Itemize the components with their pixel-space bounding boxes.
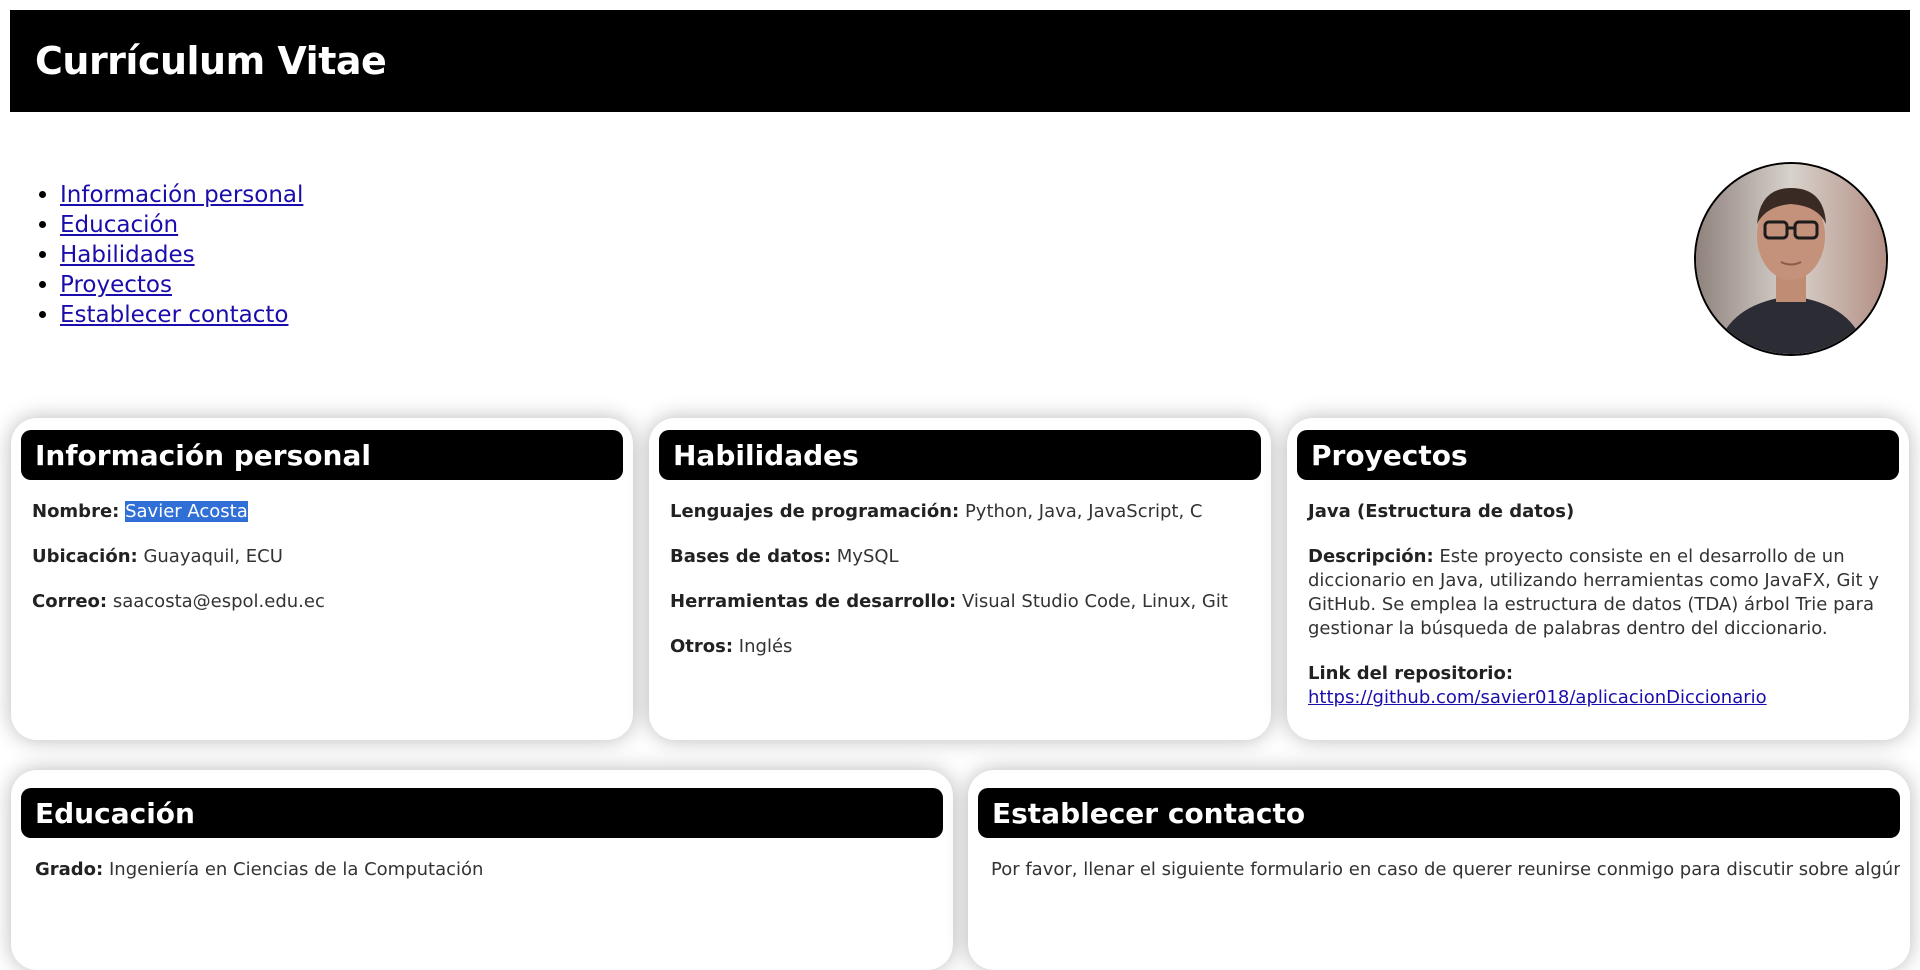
profile-photo-image [1696, 164, 1886, 354]
repo-link[interactable]: https://github.com/savier018/aplicacionD… [1308, 687, 1767, 708]
project-name: Java (Estructura de datos) [1308, 501, 1575, 522]
section-nav: Información personal Educación Habilidad… [35, 180, 303, 330]
nav-link-projects[interactable]: Proyectos [60, 272, 172, 298]
page-header: Currículum Vitae [10, 10, 1910, 112]
profile-photo [1694, 162, 1888, 356]
email-row: Correo: saacosta@espol.edu.ec [32, 590, 612, 614]
card-body: Nombre: Savier Acosta Ubicación: Guayaqu… [32, 500, 612, 635]
tools-value: Visual Studio Code, Linux, Git [961, 591, 1228, 612]
name-value: Savier Acosta [125, 501, 248, 522]
repo-row: Link del repositorio: https://github.com/… [1308, 662, 1888, 710]
nav-link-personal-info[interactable]: Información personal [60, 182, 303, 208]
degree-row: Grado: Ingeniería en Ciencias de la Comp… [35, 858, 932, 882]
card-title: Habilidades [659, 430, 1261, 480]
card-body: Java (Estructura de datos) Descripción: … [1308, 500, 1888, 731]
nav-item: Educación [60, 210, 303, 240]
name-row: Nombre: Savier Acosta [32, 500, 612, 524]
location-row: Ubicación: Guayaquil, ECU [32, 545, 612, 569]
nav-link-contact[interactable]: Establecer contacto [60, 302, 288, 328]
email-label: Correo: [32, 591, 108, 612]
card-title: Educación [21, 788, 943, 838]
nav-item: Establecer contacto [60, 300, 303, 330]
card-title: Proyectos [1297, 430, 1899, 480]
databases-value: MySQL [836, 546, 899, 567]
others-value: Inglés [738, 636, 793, 657]
location-label: Ubicación: [32, 546, 138, 567]
card-skills: Habilidades Lenguajes de programación: P… [649, 418, 1271, 740]
card-title: Información personal [21, 430, 623, 480]
email-value: saacosta@espol.edu.ec [112, 591, 325, 612]
nav-link-skills[interactable]: Habilidades [60, 242, 195, 268]
card-education: Educación Grado: Ingeniería en Ciencias … [11, 770, 953, 970]
databases-label: Bases de datos: [670, 546, 832, 567]
degree-value: Ingeniería en Ciencias de la Computación [108, 859, 484, 880]
card-body: Grado: Ingeniería en Ciencias de la Comp… [35, 858, 932, 903]
languages-value: Python, Java, JavaScript, C [964, 501, 1203, 522]
location-value: Guayaquil, ECU [143, 546, 283, 567]
others-row: Otros: Inglés [670, 635, 1250, 659]
name-label: Nombre: [32, 501, 120, 522]
others-label: Otros: [670, 636, 734, 657]
page-title: Currículum Vitae [35, 39, 387, 83]
project-description: Descripción: Este proyecto consiste en e… [1308, 545, 1888, 641]
languages-label: Lenguajes de programación: [670, 501, 960, 522]
card-body: Por favor, llenar el siguiente formulari… [991, 858, 1900, 903]
contact-intro: Por favor, llenar el siguiente formulari… [991, 859, 1900, 880]
description-label: Descripción: [1308, 546, 1434, 567]
languages-row: Lenguajes de programación: Python, Java,… [670, 500, 1250, 524]
nav-link-education[interactable]: Educación [60, 212, 178, 238]
nav-item: Información personal [60, 180, 303, 210]
card-contact: Establecer contacto Por favor, llenar el… [968, 770, 1910, 970]
card-title: Establecer contacto [978, 788, 1900, 838]
nav-item: Proyectos [60, 270, 303, 300]
nav-item: Habilidades [60, 240, 303, 270]
tools-row: Herramientas de desarrollo: Visual Studi… [670, 590, 1250, 614]
card-body: Lenguajes de programación: Python, Java,… [670, 500, 1250, 680]
degree-label: Grado: [35, 859, 104, 880]
databases-row: Bases de datos: MySQL [670, 545, 1250, 569]
tools-label: Herramientas de desarrollo: [670, 591, 957, 612]
card-personal-info: Información personal Nombre: Savier Acos… [11, 418, 633, 740]
card-projects: Proyectos Java (Estructura de datos) Des… [1287, 418, 1909, 740]
repo-label: Link del repositorio: [1308, 663, 1514, 684]
